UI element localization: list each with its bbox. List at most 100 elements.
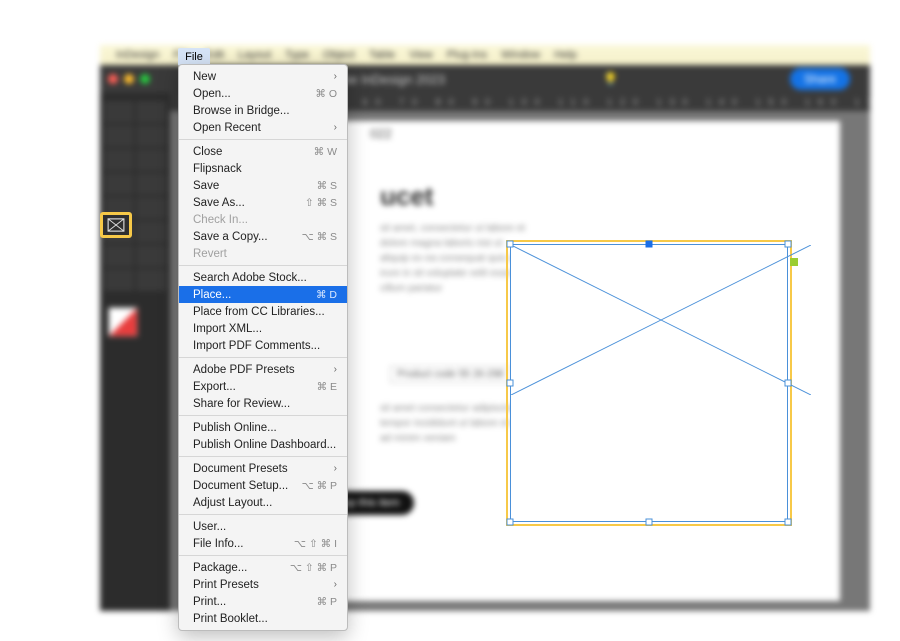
rectangle-tool[interactable]	[136, 197, 166, 219]
menu-item-share-for-review[interactable]: Share for Review...	[179, 395, 347, 412]
handle-se[interactable]	[785, 519, 792, 526]
menu-item-close[interactable]: Close⌘ W	[179, 143, 347, 160]
minimize-icon[interactable]	[124, 74, 134, 84]
menu-item-label: Adjust Layout...	[193, 497, 272, 509]
handle-e[interactable]	[785, 380, 792, 387]
menu-shortcut: ⌘ D	[316, 289, 337, 301]
free-transform-tool[interactable]	[136, 221, 166, 243]
menu-item-place-from-cc-libraries[interactable]: Place from CC Libraries...	[179, 303, 347, 320]
menu-shortcut: ⇧ ⌘ S	[305, 197, 337, 209]
menu-shortcut: ⌘ P	[317, 596, 337, 608]
menu-item-file-info[interactable]: File Info...⌥ ⇧ ⌘ I	[179, 535, 347, 552]
menu-item-label: Check In...	[193, 214, 248, 226]
menu-item-label: Search Adobe Stock...	[193, 272, 307, 284]
handle-nw[interactable]	[507, 241, 514, 248]
file-menu[interactable]: New › Open...⌘ O Browse in Bridge... Open Re…	[178, 64, 348, 631]
menu-item-place[interactable]: Place... ⌘ D	[179, 286, 347, 303]
menu-item-publish-online[interactable]: Publish Online...	[179, 419, 347, 436]
menu-separator	[179, 555, 347, 556]
menu-item-import-xml[interactable]: Import XML...	[179, 320, 347, 337]
menu-separator	[179, 139, 347, 140]
menu-item-new[interactable]: New ›	[179, 68, 347, 85]
menu-item-flipsnack[interactable]: Flipsnack	[179, 160, 347, 177]
chevron-right-icon: ›	[334, 122, 337, 133]
close-icon[interactable]	[108, 74, 118, 84]
share-button[interactable]: Share	[790, 68, 850, 90]
menu-shortcut: ⌥ ⌘ S	[302, 231, 337, 243]
doc-year: 022	[370, 126, 392, 141]
menu-item-print-presets[interactable]: Print Presets›	[179, 576, 347, 593]
menu-item-label: New	[193, 71, 216, 83]
menu-item-label: Share for Review...	[193, 398, 290, 410]
menu-item-label: Browse in Bridge...	[193, 105, 290, 117]
zoom-tool[interactable]	[136, 269, 166, 291]
menu-item-save[interactable]: Save⌘ S	[179, 177, 347, 194]
doc-heading: ucet	[380, 181, 433, 212]
menu-item-search-adobe-stock[interactable]: Search Adobe Stock...	[179, 269, 347, 286]
menu-item-package[interactable]: Package... ⌥ ⇧ ⌘ P	[179, 559, 347, 576]
selection-tool[interactable]	[104, 101, 134, 123]
menu-item-document-presets[interactable]: Document Presets›	[179, 460, 347, 477]
menu-item-label: Import PDF Comments...	[193, 340, 320, 352]
lightbulb-icon[interactable]: 💡	[603, 72, 618, 86]
page-tool[interactable]	[104, 125, 134, 147]
menu-item-label: Flipsnack	[193, 163, 242, 175]
menu-item-open[interactable]: Open...⌘ O	[179, 85, 347, 102]
gap-tool[interactable]	[136, 125, 166, 147]
menu-separator	[179, 415, 347, 416]
menu-item-document-setup[interactable]: Document Setup...⌥ ⌘ P	[179, 477, 347, 494]
menu-shortcut: ⌘ S	[317, 180, 337, 192]
handle-n[interactable]	[646, 241, 653, 248]
menu-item-label: Export...	[193, 381, 236, 393]
menu-item-print[interactable]: Print...⌘ P	[179, 593, 347, 610]
handle-s[interactable]	[646, 519, 653, 526]
doc-product-code: Product code 55 26-298	[390, 366, 511, 383]
frame-placeholder-icon	[511, 245, 811, 395]
handle-w[interactable]	[507, 380, 514, 387]
pen-tool[interactable]	[104, 173, 134, 195]
menu-item-save-as[interactable]: Save As... ⇧ ⌘ S	[179, 194, 347, 211]
menu-item-import-pdf-comments[interactable]: Import PDF Comments...	[179, 337, 347, 354]
menu-item-browse-in-bridge[interactable]: Browse in Bridge...	[179, 102, 347, 119]
direct-selection-tool[interactable]	[136, 101, 166, 123]
type-tool[interactable]	[104, 149, 134, 171]
chevron-right-icon: ›	[334, 71, 337, 82]
line-tool[interactable]	[136, 149, 166, 171]
window-controls[interactable]	[108, 74, 150, 84]
content-grabber-icon[interactable]	[790, 258, 798, 266]
menu-item-print-booklet[interactable]: Print Booklet...	[179, 610, 347, 627]
menu-item-export[interactable]: Export...⌘ E	[179, 378, 347, 395]
handle-ne[interactable]	[785, 241, 792, 248]
menu-item-label: Document Setup...	[193, 480, 288, 492]
chevron-right-icon: ›	[334, 463, 337, 474]
gradient-tool[interactable]	[104, 245, 134, 267]
app-name[interactable]: InDesign	[116, 49, 159, 61]
menu-item-label: Open Recent	[193, 122, 261, 134]
eyedropper-tool[interactable]	[136, 245, 166, 267]
selected-frame[interactable]	[510, 244, 788, 522]
menu-item-label: Open...	[193, 88, 231, 100]
fill-stroke-swatch[interactable]	[108, 307, 138, 337]
empty-image-frame[interactable]	[510, 244, 788, 522]
menu-item-label: Publish Online...	[193, 422, 277, 434]
menu-item-adjust-layout[interactable]: Adjust Layout...	[179, 494, 347, 511]
rectangle-frame-tool-highlight[interactable]	[100, 212, 132, 238]
menu-item-label: Save As...	[193, 197, 245, 209]
menu-item-publish-online-dashboard[interactable]: Publish Online Dashboard...	[179, 436, 347, 453]
macos-menubar: InDesign File Edit Layout Type Object Ta…	[100, 45, 870, 65]
handle-sw[interactable]	[507, 519, 514, 526]
menu-item-save-a-copy[interactable]: Save a Copy...⌥ ⌘ S	[179, 228, 347, 245]
menu-item-adobe-pdf-presets[interactable]: Adobe PDF Presets›	[179, 361, 347, 378]
menu-item-label: Place...	[193, 289, 231, 301]
zoom-icon[interactable]	[140, 74, 150, 84]
menu-item-label: Place from CC Libraries...	[193, 306, 325, 318]
menu-item-label: Package...	[193, 562, 247, 574]
menu-item-label: File Info...	[193, 538, 244, 550]
menu-item-user[interactable]: User...	[179, 518, 347, 535]
hand-tool[interactable]	[104, 269, 134, 291]
menu-shortcut: ⌥ ⇧ ⌘ P	[290, 562, 337, 574]
menu-separator	[179, 357, 347, 358]
toolbox	[100, 93, 170, 611]
pencil-tool[interactable]	[136, 173, 166, 195]
menu-item-open-recent[interactable]: Open Recent ›	[179, 119, 347, 136]
